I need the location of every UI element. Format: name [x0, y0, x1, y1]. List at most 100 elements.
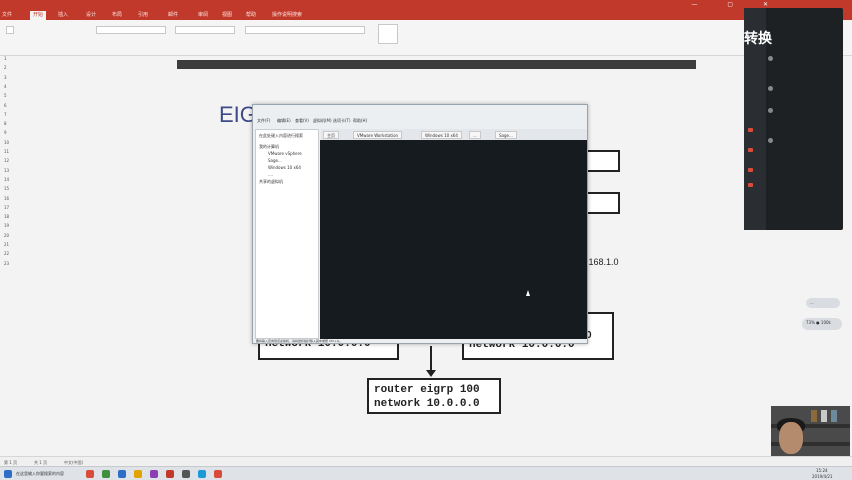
ribbon-tab[interactable]: 视图	[222, 11, 232, 18]
app-icon[interactable]	[134, 470, 142, 478]
app-icon[interactable]	[86, 470, 94, 478]
cam-book	[831, 410, 837, 422]
library-item[interactable]: Windows 10 x64	[268, 165, 301, 170]
chat-avatar	[768, 56, 773, 61]
line-number: 23	[4, 260, 10, 266]
vm-tabs: 主页 VMware Workstation Windows 10 x64... Sag…	[321, 129, 587, 140]
chat-avatar	[768, 108, 773, 113]
word-statusbar: 第 1 页 共 1 页 中文(中国)	[0, 456, 852, 466]
line-number: 7	[4, 111, 7, 117]
app-icon[interactable]	[102, 470, 110, 478]
vm-library-panel[interactable]: 在此处键入内容进行搜索 我的计算机 VMware vSphere Sage...…	[255, 129, 319, 339]
chat-icon[interactable]	[748, 128, 753, 132]
vmware-app-icon[interactable]	[182, 470, 190, 478]
app-icon[interactable]	[118, 470, 126, 478]
paragraph-controls[interactable]	[175, 26, 235, 34]
line-number: 6	[4, 102, 7, 108]
line-number: 21	[4, 242, 10, 247]
ribbon-tab[interactable]: 布局	[112, 11, 122, 18]
vm-tab[interactable]: Windows 10 x64	[421, 131, 462, 139]
library-shared[interactable]: 共享的虚拟机	[259, 179, 283, 185]
word-app-icon[interactable]	[166, 470, 174, 478]
page-header-bar	[177, 60, 696, 69]
line-number: 2	[4, 65, 7, 71]
line-number: 8	[4, 121, 7, 127]
vmware-menu-item[interactable]: 文件(F)	[257, 118, 270, 124]
arrow-line	[430, 346, 432, 372]
mouse-cursor-icon	[526, 290, 530, 296]
ribbon-tab[interactable]: 邮件	[168, 11, 178, 18]
taskbar-search[interactable]: 在这里输入你要搜索的内容	[16, 471, 64, 477]
app-icon[interactable]	[150, 470, 158, 478]
vmware-menubar: 文件(F) 编辑(E) 查看(V) 虚拟机(M) 选项卡(T) 帮助(H)	[253, 115, 587, 125]
ribbon-tab[interactable]: 引用	[138, 11, 148, 18]
vmware-menu-item[interactable]: 编辑(E)	[277, 118, 291, 124]
cam-book	[811, 410, 817, 422]
vm-tab[interactable]: VMware Workstation	[353, 131, 403, 139]
app-icon[interactable]	[214, 470, 222, 478]
vmware-menu-item[interactable]: 选项卡(T)	[333, 118, 351, 124]
start-icon[interactable]	[4, 470, 12, 478]
line-number: 16	[4, 195, 10, 201]
chat-avatar	[768, 86, 773, 91]
paste-icon[interactable]	[6, 26, 14, 34]
library-item[interactable]: ....	[268, 172, 273, 177]
chat-bubble[interactable]: ...	[806, 298, 840, 308]
ribbon-tab[interactable]: 帮助	[246, 11, 256, 18]
line-number: 20	[4, 232, 10, 238]
app-icon[interactable]	[198, 470, 206, 478]
vmware-menu-item[interactable]: 帮助(H)	[353, 118, 367, 124]
network-label: .168.1.0	[586, 257, 619, 267]
network-speed-bubble[interactable]: 73% ● 100k	[802, 318, 842, 330]
line-number: 12	[4, 158, 10, 164]
ribbon-tab[interactable]: 审阅	[198, 11, 208, 18]
cam-book	[821, 410, 827, 422]
line-number: 1	[4, 56, 7, 61]
vm-screen[interactable]	[320, 140, 587, 339]
find-replace-icon[interactable]	[378, 24, 398, 44]
line-number: 19	[4, 223, 10, 229]
vmware-menu-item[interactable]: 查看(V)	[295, 118, 309, 124]
arrow-head	[426, 370, 436, 377]
chat-icon[interactable]	[748, 183, 753, 187]
ribbon-tab[interactable]: 设计	[86, 11, 96, 18]
vm-status: 要将输入定向到该虚拟机，请将鼠标指针移入其中或按 Ctrl+G。	[256, 339, 343, 343]
styles-gallery[interactable]	[245, 26, 365, 34]
chat-panel[interactable]: 转换	[744, 8, 843, 230]
vm-tab[interactable]: 主页	[323, 131, 339, 139]
desktop: — ▢ ✕ 文件 开始 插入 设计 布局 引用 邮件 审阅 视图 帮助 操作说明搜索 1234567…	[0, 0, 852, 480]
diagram-box-small-2	[586, 192, 620, 214]
ribbon-tab[interactable]: 插入	[58, 11, 68, 18]
taskbar-date: 2019/4/21	[812, 474, 833, 479]
line-number: 4	[4, 83, 7, 89]
library-root[interactable]: 我的计算机	[259, 144, 279, 150]
ribbon-tab[interactable]: 操作说明搜索	[272, 11, 302, 18]
line-number: 17	[4, 204, 10, 210]
ribbon-tabs: 文件 开始 插入 设计 布局 引用 邮件 审阅 视图 帮助 操作说明搜索	[0, 10, 852, 20]
diagram-box-small-1	[586, 150, 620, 172]
font-controls[interactable]	[96, 26, 166, 34]
chat-icon[interactable]	[748, 168, 753, 172]
library-search[interactable]: 在此处键入内容进行搜索	[259, 133, 303, 139]
line-number: 15	[4, 186, 10, 192]
taskbar-time: 15:24	[816, 468, 828, 473]
line-number: 22	[4, 251, 10, 257]
window-controls[interactable]: — ▢ ✕	[691, 1, 782, 8]
chat-icon[interactable]	[748, 148, 753, 152]
line-number: 9	[4, 130, 7, 136]
library-item[interactable]: Sage...	[268, 158, 282, 163]
vmware-window[interactable]: 文件(F) 编辑(E) 查看(V) 虚拟机(M) 选项卡(T) 帮助(H) 在此处键入内容…	[252, 104, 588, 344]
cam-person-face	[779, 422, 803, 454]
taskbar: 在这里输入你要搜索的内容 15:24 2019/4/21	[0, 466, 852, 480]
line-number: 5	[4, 93, 7, 99]
line-number: 18	[4, 214, 10, 220]
ribbon-tab[interactable]: 开始	[30, 11, 47, 20]
chat-avatar	[768, 138, 773, 143]
word-titlebar: — ▢ ✕	[0, 0, 852, 10]
vm-tab[interactable]: ...	[469, 131, 481, 139]
ribbon-tab[interactable]: 文件	[2, 11, 12, 18]
line-number: 10	[4, 139, 10, 145]
library-item[interactable]: VMware vSphere	[268, 151, 302, 156]
vm-tab[interactable]: Sage...	[495, 131, 517, 139]
vmware-menu-item[interactable]: 虚拟机(M)	[313, 118, 332, 124]
